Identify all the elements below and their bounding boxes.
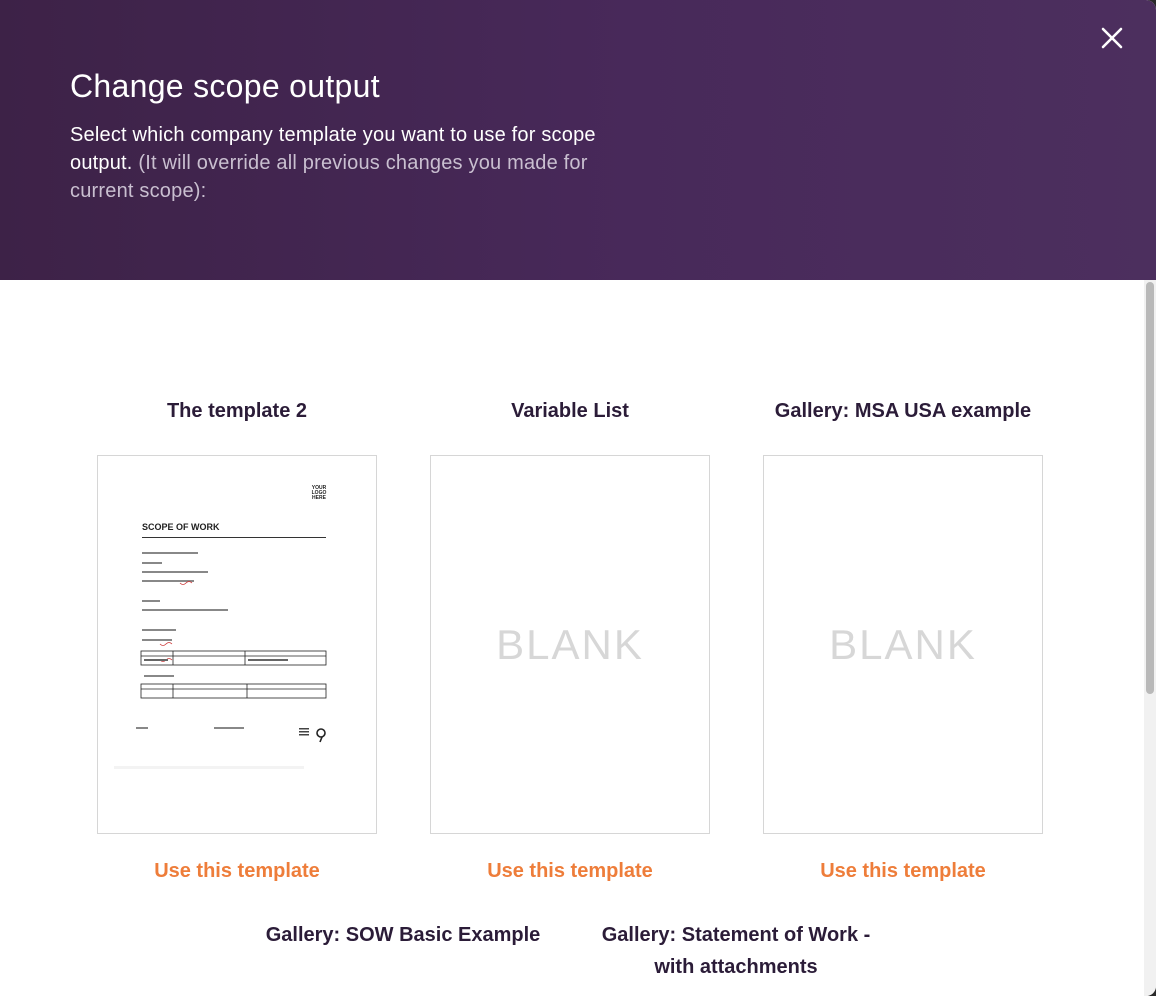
close-button[interactable] <box>1098 24 1126 52</box>
use-template-button[interactable]: Use this template <box>430 860 710 883</box>
blank-preview-label: BLANK <box>829 621 977 668</box>
templates-list: The template 2 YOUR LOGO HERE SCOPE OF W… <box>0 280 1144 996</box>
preview-document: YOUR LOGO HERE SCOPE OF WORK <box>98 456 376 833</box>
template-name: The template 2 <box>166 400 308 422</box>
blank-preview-label: BLANK <box>496 621 644 668</box>
change-scope-output-modal: Change scope output Select which company… <box>0 0 1156 996</box>
modal-header: Change scope output Select which company… <box>0 0 1156 280</box>
template-name: Gallery: SOW Basic Example <box>265 924 541 946</box>
template-preview[interactable]: BLANK <box>763 455 1043 834</box>
template-name: Gallery: MSA USA example <box>774 400 1032 422</box>
template-name: Gallery: Statement of Work - with attach… <box>601 924 871 978</box>
subtitle-note: (It will override all previous changes y… <box>70 152 588 202</box>
template-preview[interactable]: BLANK <box>430 455 710 834</box>
preview-doc-body <box>114 552 327 769</box>
template-preview[interactable]: YOUR LOGO HERE SCOPE OF WORK <box>97 455 377 834</box>
modal-subtitle: Select which company template you want t… <box>70 121 650 205</box>
template-name: Variable List <box>511 400 629 422</box>
scrollbar-thumb[interactable] <box>1146 282 1154 694</box>
modal-title: Change scope output <box>70 68 380 104</box>
use-template-button[interactable]: Use this template <box>763 860 1043 883</box>
close-icon <box>1101 27 1123 49</box>
use-template-button[interactable]: Use this template <box>97 860 377 883</box>
